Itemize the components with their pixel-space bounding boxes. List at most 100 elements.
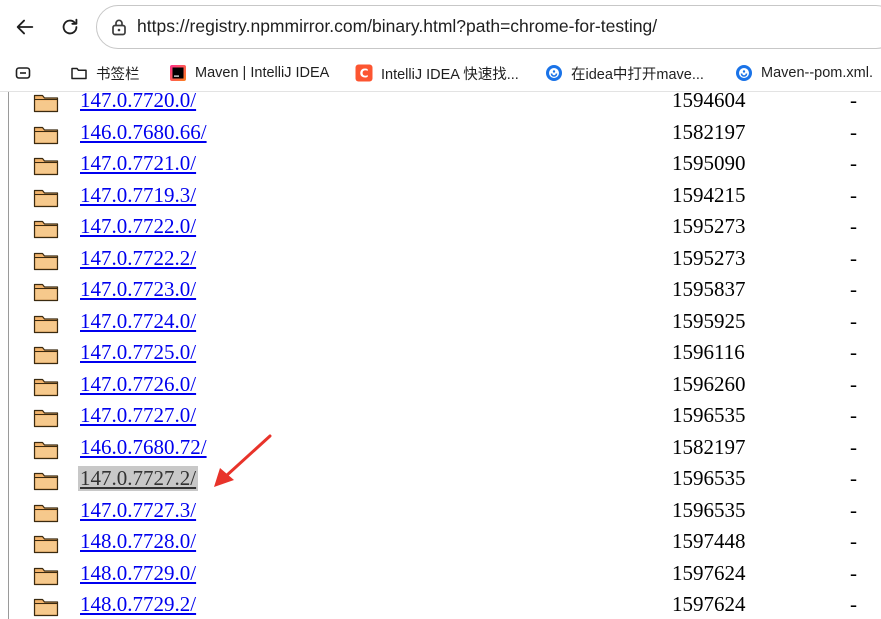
size-cell: 1597624 bbox=[672, 560, 746, 585]
folder-icon bbox=[33, 375, 59, 397]
directory-link[interactable]: 147.0.7727.3/ bbox=[80, 498, 196, 523]
browser-toolbar: https://registry.npmmirror.com/binary.ht… bbox=[0, 0, 881, 55]
table-row: 147.0.7724.0/1595925 - bbox=[0, 308, 881, 340]
size-cell: 1582197 bbox=[672, 119, 746, 144]
date-cell: - bbox=[850, 403, 857, 427]
directory-link[interactable]: 147.0.7727.2/ bbox=[78, 466, 199, 491]
size-cell: 1595837 bbox=[672, 277, 746, 301]
directory-link[interactable]: 147.0.7727.0/ bbox=[80, 403, 196, 428]
folder-icon bbox=[33, 154, 59, 176]
back-button[interactable] bbox=[9, 11, 41, 43]
directory-link[interactable]: 147.0.7720.0/ bbox=[80, 92, 196, 113]
bookmark-maven-intellij[interactable]: Maven | IntelliJ IDEA bbox=[169, 62, 329, 84]
date-cell: - bbox=[850, 434, 857, 459]
directory-listing: 147.0.7720.0/1594604-146.0.7680.66/15821… bbox=[0, 92, 881, 619]
folder-icon bbox=[33, 92, 59, 113]
date-cell: - bbox=[850, 308, 857, 333]
directory-link[interactable]: 148.0.7729.2/ bbox=[80, 592, 196, 617]
svg-text:C: C bbox=[360, 67, 369, 81]
directory-link[interactable]: 147.0.7719.3/ bbox=[80, 183, 196, 208]
directory-link[interactable]: 147.0.7722.0/ bbox=[80, 214, 196, 239]
directory-link[interactable]: 146.0.7680.72/ bbox=[80, 435, 207, 460]
table-row: 146.0.7680.72/1582197 - bbox=[0, 434, 881, 466]
table-row: 146.0.7680.66/1582197 - bbox=[0, 119, 881, 151]
bookmark-folder-bar[interactable]: 书签栏 bbox=[70, 62, 140, 84]
size-cell: 1596260 bbox=[672, 371, 746, 396]
size-cell: 1582197 bbox=[672, 434, 746, 459]
date-cell: - bbox=[850, 151, 857, 175]
date-cell: - bbox=[850, 92, 857, 112]
folder-icon bbox=[33, 217, 59, 239]
folder-icon bbox=[33, 469, 59, 491]
url-text[interactable]: https://registry.npmmirror.com/binary.ht… bbox=[137, 16, 657, 37]
directory-link[interactable]: 147.0.7722.2/ bbox=[80, 246, 196, 271]
size-cell: 1594215 bbox=[672, 182, 746, 207]
date-cell: - bbox=[850, 466, 857, 490]
date-cell: - bbox=[850, 371, 857, 396]
address-bar[interactable]: https://registry.npmmirror.com/binary.ht… bbox=[96, 5, 881, 49]
table-row: 147.0.7720.0/1594604 - bbox=[0, 92, 881, 119]
directory-link[interactable]: 148.0.7729.0/ bbox=[80, 561, 196, 586]
bookmark-intellij-shortcut[interactable]: C IntelliJ IDEA 快速找... bbox=[355, 62, 519, 84]
size-cell: 1595273 bbox=[672, 214, 746, 238]
size-cell: 1596116 bbox=[672, 340, 745, 364]
folder-icon bbox=[33, 249, 59, 271]
table-row: 147.0.7723.0/1595837 - bbox=[0, 276, 881, 308]
table-row: 148.0.7728.0/1597448 - bbox=[0, 528, 881, 560]
size-cell: 1594604 bbox=[672, 92, 746, 112]
table-row: 147.0.7727.3/1596535 - bbox=[0, 497, 881, 529]
date-cell: - bbox=[850, 340, 857, 364]
size-cell: 1596535 bbox=[672, 403, 746, 427]
site-info-icon[interactable] bbox=[109, 17, 129, 37]
intellij-icon bbox=[170, 65, 186, 81]
folder-icon bbox=[33, 532, 59, 554]
date-cell: - bbox=[850, 245, 857, 270]
size-cell: 1596535 bbox=[672, 466, 746, 490]
folder-icon bbox=[33, 343, 59, 365]
directory-link[interactable]: 147.0.7723.0/ bbox=[80, 277, 196, 302]
bookmark-label: IntelliJ IDEA 快速找... bbox=[381, 66, 519, 83]
bookmarks-menu-button[interactable] bbox=[14, 62, 32, 84]
size-cell: 1595090 bbox=[672, 151, 746, 175]
table-row: 147.0.7722.2/1595273 - bbox=[0, 245, 881, 277]
date-cell: - bbox=[850, 560, 857, 585]
table-row: 147.0.7722.0/1595273 - bbox=[0, 213, 881, 245]
bookmark-label: Maven--pom.xml. bbox=[761, 65, 873, 81]
directory-link[interactable]: 146.0.7680.66/ bbox=[80, 120, 207, 145]
bookmarks-menu-icon bbox=[15, 67, 31, 79]
folder-icon bbox=[33, 123, 59, 145]
table-row: 148.0.7729.0/1597624 - bbox=[0, 560, 881, 592]
size-cell: 1596535 bbox=[672, 497, 746, 522]
folder-icon bbox=[33, 280, 59, 302]
table-row: 147.0.7726.0/1596260 - bbox=[0, 371, 881, 403]
reload-icon bbox=[62, 18, 78, 35]
table-row: 147.0.7725.0/1596116 - bbox=[0, 339, 881, 371]
folder-icon bbox=[33, 312, 59, 334]
reload-button[interactable] bbox=[54, 11, 86, 43]
directory-link[interactable]: 147.0.7721.0/ bbox=[80, 151, 196, 176]
table-row: 147.0.7727.2/1596535 - bbox=[0, 465, 881, 497]
bookmark-label: 书签栏 bbox=[96, 66, 140, 83]
bookmark-maven-pom[interactable]: Maven--pom.xml. bbox=[735, 62, 873, 84]
date-cell: - bbox=[850, 119, 857, 144]
arrow-left-icon bbox=[16, 19, 34, 35]
folder-icon bbox=[33, 501, 59, 523]
directory-link[interactable]: 147.0.7725.0/ bbox=[80, 340, 196, 365]
csdn-icon: C bbox=[355, 64, 373, 82]
directory-link[interactable]: 148.0.7728.0/ bbox=[80, 529, 196, 554]
bookmark-label: Maven | IntelliJ IDEA bbox=[195, 65, 330, 81]
folder-icon bbox=[33, 564, 59, 586]
size-cell: 1595925 bbox=[672, 308, 746, 333]
table-row: 147.0.7721.0/1595090 - bbox=[0, 150, 881, 182]
directory-link[interactable]: 147.0.7726.0/ bbox=[80, 372, 196, 397]
date-cell: - bbox=[850, 592, 857, 616]
annotation-arrow-icon bbox=[214, 434, 272, 487]
size-cell: 1597624 bbox=[672, 592, 746, 616]
bookmarks-bar: 书签栏 Maven | IntelliJ IDEA C IntelliJ IDE… bbox=[0, 55, 881, 92]
date-cell: - bbox=[850, 182, 857, 207]
bookmark-open-maven[interactable]: 在idea中打开mave... bbox=[545, 62, 704, 84]
date-cell: - bbox=[850, 214, 857, 238]
date-cell: - bbox=[850, 277, 857, 301]
size-cell: 1595273 bbox=[672, 245, 746, 270]
directory-link[interactable]: 147.0.7724.0/ bbox=[80, 309, 196, 334]
